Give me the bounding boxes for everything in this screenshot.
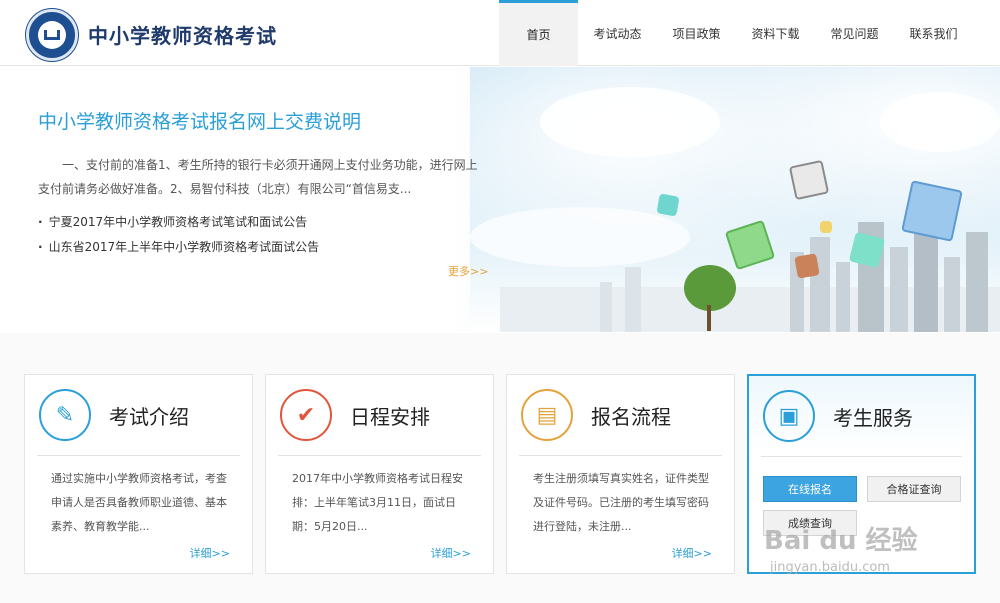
card-schedule: ✔ 日程安排 2017年中小学教师资格考试日程安排：上半年笔试3月11日，面试日… <box>265 374 494 574</box>
contact-book-icon: ▣ <box>763 390 815 442</box>
main-nav: 首页 考试动态 项目政策 资料下载 常见问题 联系我们 <box>499 0 973 66</box>
card-text: 2017年中小学教师资格考试日程安排：上半年笔试3月11日，面试日期：5月20日… <box>292 472 463 533</box>
emblem-logo-icon[interactable] <box>26 9 78 61</box>
site-header: 中小学教师资格考试 首页 考试动态 项目政策 资料下载 常见问题 联系我们 <box>0 0 1000 66</box>
card-title[interactable]: 报名流程 <box>591 401 671 430</box>
card-more-link[interactable]: 详细>> <box>672 545 712 561</box>
online-registration-button[interactable]: 在线报名 <box>763 476 857 502</box>
card-text: 通过实施中小学教师资格考试，考查申请人是否具备教师职业道德、基本素养、教育教学能… <box>51 472 227 533</box>
card-title[interactable]: 考试介绍 <box>109 401 189 430</box>
document-edit-icon: ✎ <box>39 389 91 441</box>
card-registration-flow: ▤ 报名流程 考生注册须填写真实姓名，证件类型及证件号码。已注册的考生填写密码进… <box>506 374 735 574</box>
card-pencil-icon: ▤ <box>521 389 573 441</box>
divider <box>761 456 962 457</box>
checkmark-icon: ✔ <box>280 389 332 441</box>
banner-title[interactable]: 中小学教师资格考试报名网上交费说明 <box>38 107 361 134</box>
baidu-watermark-url: jingyan.baidu.com <box>770 560 890 575</box>
divider <box>37 455 240 456</box>
building-image <box>810 237 830 332</box>
tree-trunk-image <box>707 305 711 331</box>
more-link[interactable]: 更多>> <box>448 263 488 279</box>
nav-contact[interactable]: 联系我们 <box>894 0 973 66</box>
cube-icon <box>656 193 680 217</box>
nav-faq[interactable]: 常见问题 <box>815 0 894 66</box>
card-title[interactable]: 考生服务 <box>833 402 913 431</box>
card-exam-intro: ✎ 考试介绍 通过实施中小学教师资格考试，考查申请人是否具备教师职业道德、基本素… <box>24 374 253 574</box>
card-text: 考生注册须填写真实姓名，证件类型及证件号码。已注册的考生填写密码进行登陆，未注册… <box>533 472 709 533</box>
cube-icon <box>820 221 832 233</box>
hero-banner: 中小学教师资格考试报名网上交费说明 一、支付前的准备1、考生所持的银行卡必须开通… <box>0 67 1000 332</box>
news-list: 宁夏2017年中小学教师资格考试笔试和面试公告 山东省2017年上半年中小学教师… <box>38 210 320 260</box>
divider <box>278 455 481 456</box>
nav-policy[interactable]: 项目政策 <box>657 0 736 66</box>
news-item[interactable]: 宁夏2017年中小学教师资格考试笔试和面试公告 <box>38 210 319 235</box>
cloud-image <box>470 207 690 267</box>
cloud-image <box>540 87 720 157</box>
building-image <box>944 257 960 332</box>
building-image <box>836 262 850 332</box>
cube-icon <box>901 180 963 242</box>
news-item[interactable]: 山东省2017年上半年中小学教师资格考试面试公告 <box>38 235 320 260</box>
cube-icon <box>788 159 830 201</box>
site-title[interactable]: 中小学教师资格考试 <box>88 20 277 49</box>
building-image <box>966 232 988 332</box>
card-title[interactable]: 日程安排 <box>350 401 430 430</box>
card-more-link[interactable]: 详细>> <box>190 545 230 561</box>
nav-home[interactable]: 首页 <box>499 0 578 66</box>
cloud-image <box>880 92 1000 152</box>
baidu-watermark: Bai du 经验 <box>764 526 918 556</box>
divider <box>519 455 722 456</box>
banner-description: 一、支付前的准备1、考生所持的银行卡必须开通网上支付业务功能，进行网上支付前请务… <box>38 158 478 196</box>
building-image <box>625 267 641 332</box>
building-image <box>890 247 908 332</box>
building-image <box>600 282 612 332</box>
nav-exam-news[interactable]: 考试动态 <box>578 0 657 66</box>
certificate-query-button[interactable]: 合格证查询 <box>867 476 961 502</box>
card-more-link[interactable]: 详细>> <box>431 545 471 561</box>
cube-icon <box>794 253 820 279</box>
nav-downloads[interactable]: 资料下载 <box>736 0 815 66</box>
